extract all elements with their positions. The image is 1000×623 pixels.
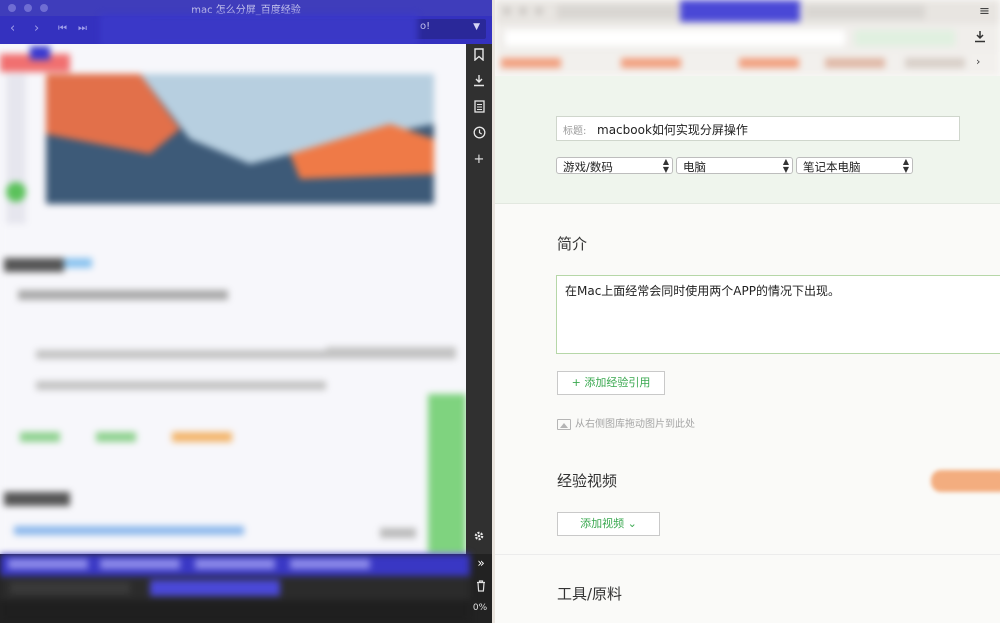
- address-text: o!: [420, 21, 431, 32]
- menu-icon[interactable]: ≡: [979, 4, 990, 19]
- blurred-browser-chrome: [495, 0, 1000, 76]
- summary-heading: 简介: [557, 235, 588, 253]
- image-drop-hint-text: 从右侧图库拖动图片到此处: [575, 419, 695, 430]
- image-drop-hint: 从右侧图库拖动图片到此处: [557, 415, 695, 430]
- left-page-content: [0, 44, 466, 554]
- address-dropdown-icon[interactable]: ▼: [473, 22, 480, 32]
- category-select-2[interactable]: 电脑 ▲ ▼: [676, 157, 793, 174]
- add-panel-icon[interactable]: +: [466, 152, 492, 167]
- summary-textarea[interactable]: 在Mac上面经常会同时使用两个APP的情况下出现。: [556, 275, 1000, 354]
- more-bookmarks-icon[interactable]: ›: [976, 55, 980, 68]
- screen: mac 怎么分屏_百度经验 ‹ › ⏮ ⏭ o! ▼ + » 0% ≡ › 标题…: [0, 0, 1000, 623]
- select-arrow-icon: ▲ ▼: [662, 157, 669, 174]
- download-icon[interactable]: [466, 74, 492, 90]
- download-icon[interactable]: [974, 30, 986, 46]
- settings-icon[interactable]: [466, 530, 492, 545]
- left-bottom-area: »: [0, 554, 492, 623]
- image-icon: [557, 418, 571, 430]
- form-body: 简介 在Mac上面经常会同时使用两个APP的情况下出现。 + 添加经验引用 从右…: [495, 205, 1000, 623]
- last-page-icon[interactable]: ⏭: [78, 23, 87, 34]
- title-label: 标题:: [563, 126, 587, 137]
- notes-icon[interactable]: [466, 100, 492, 116]
- video-heading: 经验视频: [557, 472, 618, 490]
- tools-heading: 工具/原料: [557, 585, 623, 603]
- expand-panel-icon[interactable]: »: [470, 556, 492, 570]
- summary-text: 在Mac上面经常会同时使用两个APP的情况下出现。: [565, 284, 840, 298]
- history-icon[interactable]: [466, 126, 492, 142]
- forward-icon[interactable]: ›: [34, 21, 39, 36]
- category-1-value: 游戏/数码: [563, 160, 613, 174]
- trash-icon[interactable]: [470, 580, 492, 595]
- category-select-3[interactable]: 笔记本电脑 ▲ ▼: [796, 157, 913, 174]
- right-browser-window: ≡ › 标题: macbook如何实现分屏操作 游戏/数码 ▲ ▼ 电脑 ▲ ▼ 笔…: [495, 0, 1000, 623]
- title-input[interactable]: 标题: macbook如何实现分屏操作: [556, 116, 960, 141]
- title-category-section: 标题: macbook如何实现分屏操作 游戏/数码 ▲ ▼ 电脑 ▲ ▼ 笔记本电脑…: [495, 76, 1000, 204]
- left-browser-window: mac 怎么分屏_百度经验 ‹ › ⏮ ⏭ o! ▼ + » 0%: [0, 0, 492, 623]
- add-reference-button[interactable]: + 添加经验引用: [557, 371, 665, 395]
- select-arrow-icon: ▲ ▼: [782, 157, 789, 174]
- blurred-article: [0, 44, 466, 554]
- section-divider: [495, 554, 1000, 555]
- zoom-status: 0%: [472, 603, 488, 613]
- category-3-value: 笔记本电脑: [803, 160, 861, 174]
- add-video-button[interactable]: 添加视频 ⌄: [557, 512, 660, 536]
- side-panel: +: [466, 44, 492, 574]
- first-page-icon[interactable]: ⏮: [58, 23, 67, 34]
- title-value: macbook如何实现分屏操作: [597, 123, 748, 137]
- category-select-1[interactable]: 游戏/数码 ▲ ▼: [556, 157, 673, 174]
- bookmark-icon[interactable]: [466, 48, 492, 64]
- category-2-value: 电脑: [683, 160, 706, 174]
- back-icon[interactable]: ‹: [10, 21, 15, 36]
- floating-toolbar: [100, 14, 418, 48]
- floating-feedback-button[interactable]: [931, 470, 1000, 492]
- select-arrow-icon: ▲ ▼: [902, 157, 909, 174]
- blurred-bottom-bar: [0, 554, 470, 623]
